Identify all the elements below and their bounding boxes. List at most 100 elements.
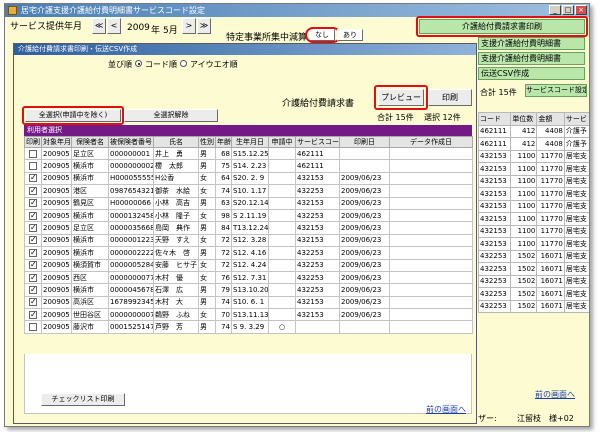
table-row[interactable]: 432253 1502 16071 居宅支 (477, 299, 589, 313)
col-created-date[interactable]: データ作成日 (389, 136, 473, 148)
statement-button-1[interactable]: 支援介護給付費明細書 (478, 37, 585, 50)
print-checkbox[interactable] (29, 323, 37, 332)
maximize-icon[interactable]: □ (562, 5, 574, 15)
table-row[interactable]: 200905横浜市0000132458小林 隆子女98S 2.11.19 4322… (24, 208, 473, 223)
print-checkbox[interactable] (29, 173, 37, 183)
table-row[interactable]: 200905 足立区 000000001 井上 勇男 68 S15.12.25 462111 (24, 146, 473, 161)
table-row[interactable]: 432253 1502 16071 居宅支 (477, 274, 589, 288)
col-name[interactable]: 氏名 (153, 136, 199, 148)
col-target-month[interactable]: 対象年月 (41, 136, 72, 148)
table-row[interactable]: 200905 藤沢市 0001525147 芦野 芳男 74 S 9. 3.29 ○ (24, 320, 473, 334)
table-row[interactable]: 432153 1100 11770 居宅支 (477, 199, 589, 213)
print-button[interactable]: 印刷 (428, 89, 472, 106)
table-row[interactable]: 200905 横浜市 0000000002 櫻 太郎男 75 S14. 2.23 46211… (24, 159, 473, 173)
service-code-cell: 432153 (295, 233, 340, 248)
csv-button[interactable]: 伝送CSV作成 (478, 67, 585, 80)
table-row[interactable]: 200905横浜市H000055555H公香女64S20. 2. 9 432153… (24, 171, 473, 186)
service-code-cell: 432153 (295, 295, 340, 310)
print-checkbox[interactable] (29, 198, 37, 208)
print-checkbox[interactable] (29, 235, 37, 245)
table-row[interactable]: 462111 412 4408 介護予 (477, 137, 589, 151)
table-row[interactable]: 200905世田谷区0000000007鵜野 ふね女70S13.11.13 432… (24, 308, 473, 322)
print-checkbox[interactable] (29, 211, 37, 220)
select-all-button[interactable]: 全選択(申請中を除く) (25, 109, 121, 122)
next-year-button[interactable]: ≫ (197, 18, 211, 34)
amount-cell: 4408 (536, 124, 565, 138)
table-row[interactable]: 432153 1100 11770 居宅支 (477, 187, 589, 201)
table-row[interactable]: 432153 1100 11770 居宅支 (477, 237, 589, 251)
dialog-title: 介護給付費請求書印刷・伝送CSV作成 (14, 44, 476, 55)
prev-month-button[interactable]: < (107, 18, 121, 34)
col-insurer[interactable]: 保険者名 (71, 136, 109, 148)
code-cell: 432153 (477, 199, 512, 213)
reduction-yes-option[interactable]: あり (337, 29, 363, 41)
age-cell: 79 (215, 283, 232, 297)
print-checkbox[interactable] (29, 273, 37, 282)
service-cell: 居宅支 (563, 274, 589, 288)
dialog-back-link[interactable]: 前の画面へ (426, 404, 466, 415)
table-row[interactable]: 200905港区0987654321御茶 水絵女74S10. 1.17 43225… (24, 184, 473, 198)
print-checkbox[interactable] (29, 162, 37, 171)
minimize-icon[interactable]: _ (549, 5, 561, 15)
sex-cell: 女 (198, 171, 216, 186)
sort-kana-radio[interactable] (180, 60, 187, 67)
table-row[interactable]: 200905横浜市0000001223天野 すえ女72S12. 3.28 4321… (24, 233, 473, 248)
table-row[interactable]: 200905横浜市0000002222佐々木 啓男72S12. 4.16 4322… (24, 246, 473, 260)
print-checkbox[interactable] (29, 285, 37, 294)
age-cell: 68 (215, 146, 232, 161)
print-checkbox[interactable] (29, 186, 37, 195)
preview-button[interactable]: プレビュー (378, 89, 424, 106)
service-cell: 介護予 (563, 137, 589, 151)
sort-code-radio[interactable] (135, 60, 142, 67)
table-row[interactable]: 432253 1502 16071 居宅支 (477, 287, 589, 301)
insurer-cell: 横浜市 (71, 283, 109, 297)
table-row[interactable]: 432253 1502 16071 居宅支 (477, 249, 589, 263)
table-row[interactable]: 200905鶴見区H00000066小林 高吉男63S20.12.14 43215… (24, 196, 473, 210)
col-print-date[interactable]: 印刷日 (339, 136, 390, 148)
table-row[interactable]: 432153 1100 11770 居宅支 (477, 174, 589, 188)
print-checkbox[interactable] (29, 248, 37, 257)
reduction-none-option[interactable]: なし (309, 29, 335, 41)
units-cell: 1100 (510, 237, 538, 251)
print-checkbox[interactable] (29, 260, 37, 270)
table-row[interactable]: 200905横浜市0000045678石澤 広男79S13.10.20 43225… (24, 283, 473, 297)
col-print[interactable]: 印刷 (24, 136, 42, 148)
col-pending[interactable]: 申請中 (268, 136, 296, 148)
statement-button-2[interactable]: 支援介護給付費明細書 (478, 52, 585, 65)
col-insured-number[interactable]: 被保険者番号 (108, 136, 154, 148)
table-row[interactable]: 432153 1100 11770 居宅支 (477, 149, 589, 163)
table-row[interactable]: 432153 1100 11770 居宅支 (477, 224, 589, 238)
table-row[interactable]: 432253 1502 16071 居宅支 (477, 262, 589, 276)
col-service-code[interactable]: サービスコード (295, 136, 340, 148)
table-row[interactable]: 200905足立区0000035668島岡 典作男84T13.12.24 4321… (24, 221, 473, 235)
insured-number-cell: 0000001223 (108, 233, 154, 248)
col-birthdate[interactable]: 生年月日 (231, 136, 269, 148)
table-row[interactable]: 200905西区0000000077木村 優女76S12. 7.31 432253… (24, 270, 473, 285)
col-age[interactable]: 年齢 (215, 136, 232, 148)
deselect-all-button[interactable]: 全選択解除 (124, 109, 218, 122)
main-back-link[interactable]: 前の画面へ (535, 389, 575, 400)
table-row[interactable]: 432153 1100 11770 居宅支 (477, 212, 589, 226)
col-sex[interactable]: 性別 (198, 136, 216, 148)
close-icon[interactable]: × (575, 5, 587, 15)
print-checkbox[interactable] (29, 149, 37, 158)
right-total-label: 合計 15件 (480, 88, 517, 97)
print-checkbox[interactable] (29, 310, 37, 319)
next-month-button[interactable]: > (182, 18, 196, 34)
pending-cell (268, 246, 296, 260)
table-row[interactable]: 462111 412 4408 介護予 (477, 124, 589, 138)
print-checkbox[interactable] (29, 223, 37, 233)
code-cell: 432153 (477, 187, 512, 201)
print-checkbox[interactable] (29, 297, 37, 307)
print-checkbox-cell (24, 283, 42, 297)
prev-year-button[interactable]: ≪ (92, 18, 106, 34)
target-month-cell: 200905 (41, 146, 72, 161)
service-code-button[interactable]: サービスコード設定 (525, 84, 587, 97)
table-row[interactable]: 200905横須賀市0000005284安藤 ヒサ子女72S12. 4.24 43… (24, 258, 473, 272)
table-row[interactable]: 200905高浜区1678992345木村 大男74S10. 6. 1 43215… (24, 295, 473, 310)
checklist-print-button[interactable]: チェックリスト印刷 (41, 393, 125, 406)
pending-cell (268, 308, 296, 322)
birthdate-cell: S10. 6. 1 (231, 295, 269, 310)
table-row[interactable]: 432153 1100 11770 居宅支 (477, 162, 589, 176)
print-claim-button[interactable]: 介護給付費請求書印刷 (419, 19, 585, 34)
